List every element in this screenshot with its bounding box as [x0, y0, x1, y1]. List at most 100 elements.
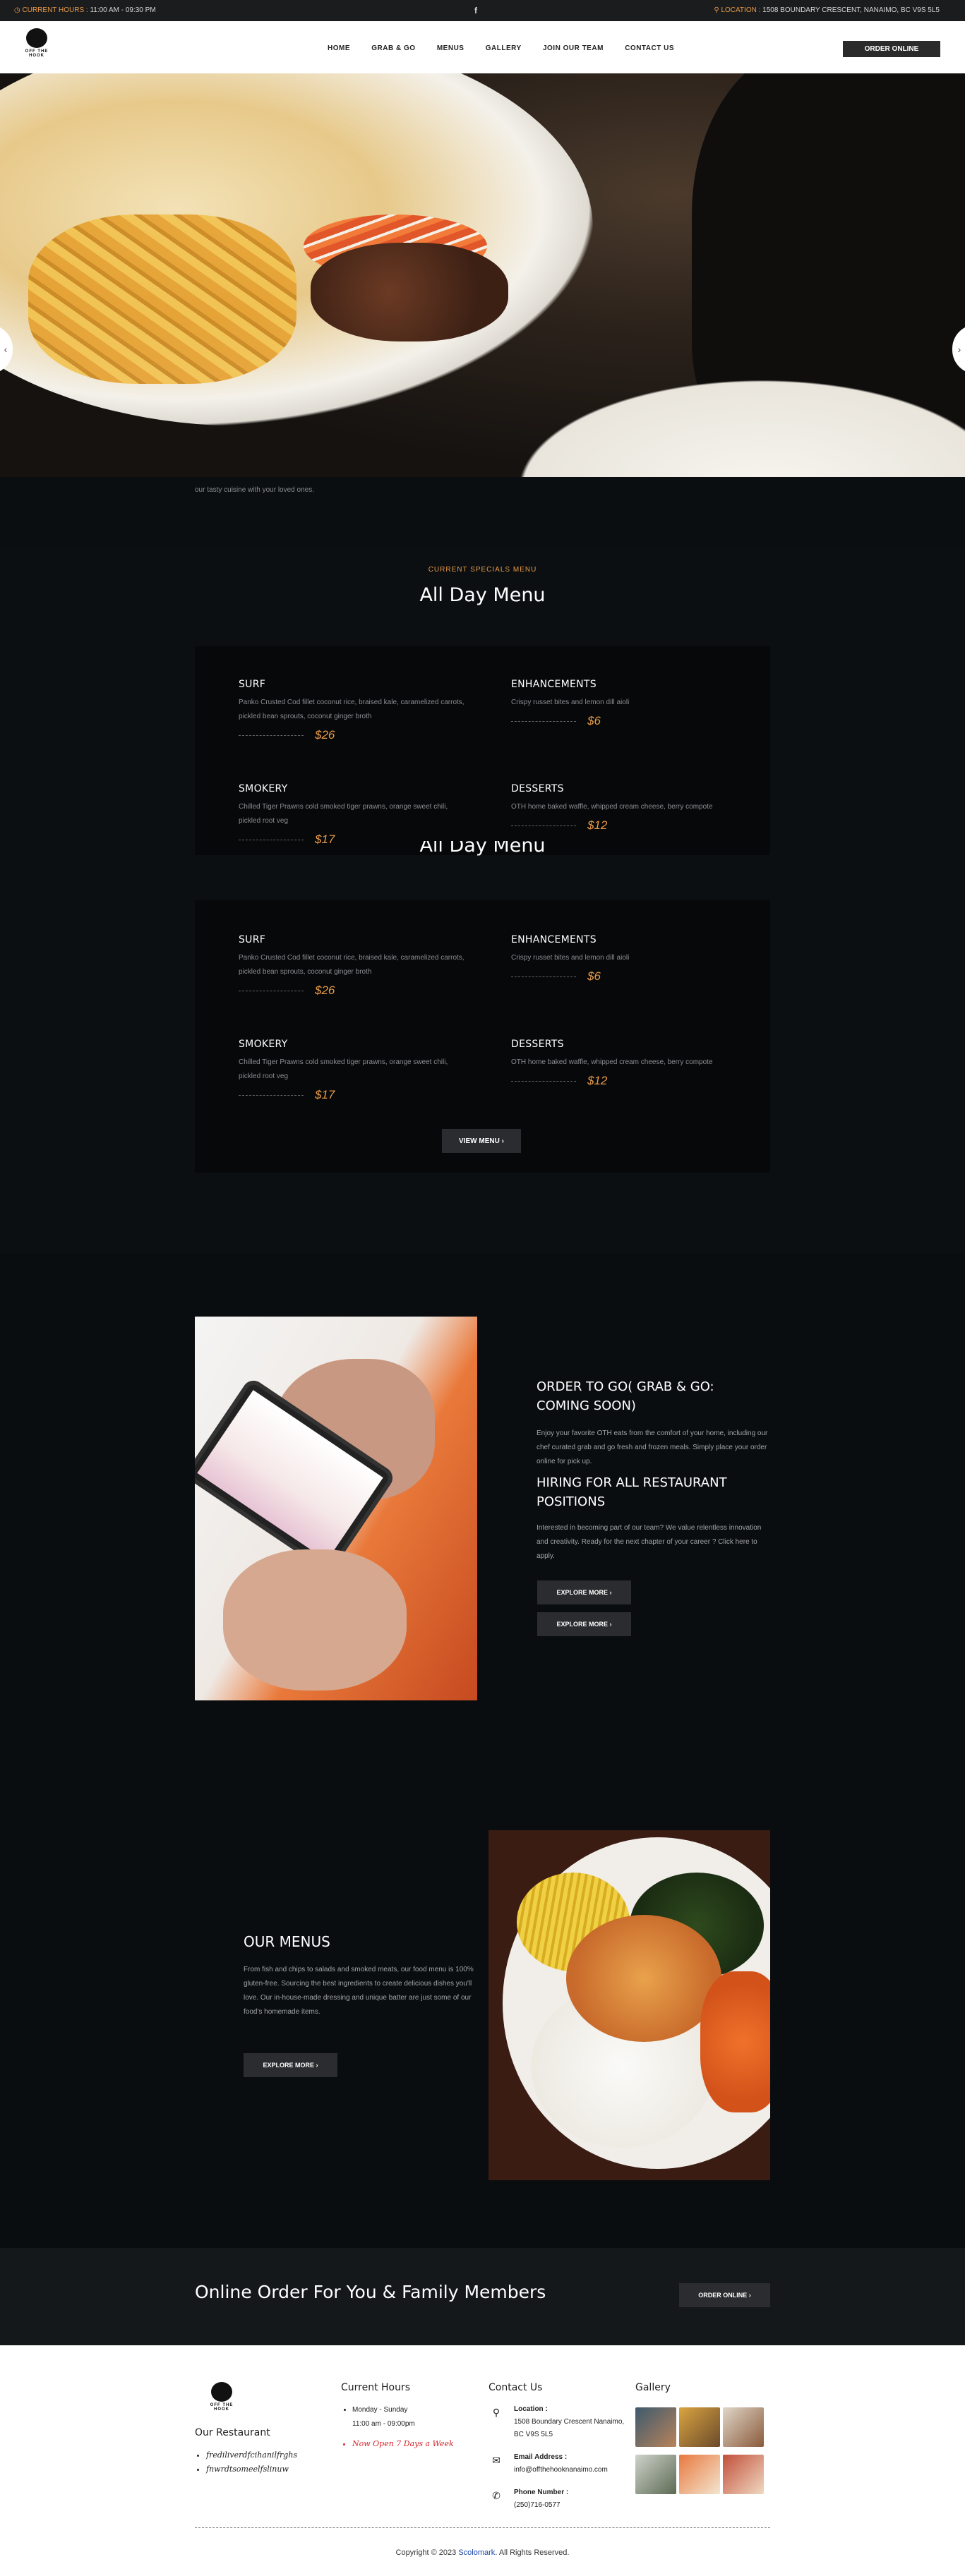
view-menu-button[interactable]: VIEW MENU ›	[442, 1129, 521, 1153]
menu-item-desc: Crispy russet bites and lemon dill aioli	[511, 954, 630, 962]
section-title-overlap: All Day Menu	[419, 841, 546, 857]
copyright-prefix: Copyright © 2023	[395, 2548, 457, 2557]
nav-gallery[interactable]: GALLERY	[486, 44, 522, 52]
footer-contact-heading: Contact Us	[489, 2382, 543, 2393]
footer-logo[interactable]: OFF THE HOOK	[202, 2382, 241, 2412]
fish-logo-icon	[26, 28, 47, 48]
our-menus-heading: OUR MENUS	[244, 1933, 330, 1950]
nav-home[interactable]: HOME	[328, 44, 350, 52]
menu-item: SMOKERY Chilled Tiger Prawns cold smoked…	[239, 783, 472, 847]
order-to-go-section	[0, 1253, 965, 1818]
footer-restaurant-heading: Our Restaurant	[195, 2427, 270, 2438]
menu-item-price: $12	[587, 818, 608, 832]
order-heading: ORDER TO GO( GRAB & GO: COMING SOON)	[537, 1379, 714, 1413]
menu-item-desc: Chilled Tiger Prawns cold smoked tiger p…	[239, 1058, 448, 1080]
menu-item-desc: OTH home baked waffle, whipped cream che…	[511, 1058, 713, 1066]
order-text-block: ORDER TO GO( GRAB & GO: COMING SOON) Enj…	[537, 1377, 769, 1564]
price-divider	[239, 1095, 304, 1096]
logo-text: OFF THE HOOK	[25, 49, 49, 58]
mail-icon: ✉	[492, 2455, 501, 2466]
chevron-right-icon: ›	[609, 1589, 612, 1596]
footer-divider	[195, 2527, 770, 2528]
explore-more-button[interactable]: EXPLORE MORE ›	[537, 1612, 631, 1636]
hours-value: 11:00 AM - 09:30 PM	[90, 6, 156, 14]
contact-email-label: Email Address :	[514, 2453, 568, 2461]
price-divider	[511, 976, 576, 977]
menu-item: SURF Panko Crusted Cod fillet coconut ri…	[239, 934, 472, 998]
button-label: ORDER ONLINE	[698, 2292, 748, 2299]
nav-contact-us[interactable]: CONTACT US	[625, 44, 674, 52]
menu-item-name: DESSERTS	[511, 1039, 564, 1050]
menu-item-desc: Crispy russet bites and lemon dill aioli	[511, 699, 630, 706]
site-logo[interactable]: OFF THE HOOK	[17, 28, 56, 58]
copyright-brand-link[interactable]: Scolomark	[458, 2548, 495, 2557]
nav-grab-and-go[interactable]: GRAB & GO	[371, 44, 415, 52]
gallery-thumbnail[interactable]	[679, 2455, 720, 2494]
price-divider	[239, 735, 304, 736]
footer-restaurant-link[interactable]: fnwrdtsomeelfslinuw	[206, 2462, 301, 2477]
price-divider	[511, 721, 576, 722]
chevron-right-icon: ›	[501, 1137, 504, 1145]
gallery-thumbnail[interactable]	[723, 2407, 764, 2447]
menu-item-price: $26	[315, 728, 335, 742]
order-online-button[interactable]: ORDER ONLINE	[843, 41, 940, 57]
copyright: Copyright © 2023 Scolomark. All Rights R…	[0, 2548, 965, 2557]
price-divider	[511, 1081, 576, 1082]
menu-item-price: $26	[315, 984, 335, 997]
explore-more-button[interactable]: EXPLORE MORE ›	[244, 2053, 337, 2077]
view-menu-label: VIEW MENU	[459, 1137, 500, 1145]
footer-restaurant-column: OFF THE HOOK Our Restaurant frediliverdf…	[195, 2382, 301, 2477]
hours-time: 11:00 am - 09:00pm	[352, 2420, 415, 2428]
fish-logo-icon	[211, 2382, 232, 2402]
our-menus-text-block: OUR MENUS From fish and chips to salads …	[244, 1933, 476, 2019]
cta-order-online-button[interactable]: ORDER ONLINE ›	[679, 2283, 770, 2307]
menu-card-primary: SURF Panko Crusted Cod fillet coconut ri…	[195, 646, 770, 855]
contact-phone: ✆ Phone Number : (250)716-0577	[489, 2486, 630, 2512]
menu-item: ENHANCEMENTS Crispy russet bites and lem…	[511, 934, 744, 984]
contact-email: ✉ Email Address : info@offthehooknanaimo…	[489, 2451, 630, 2477]
hero-slider: ‹ ›	[0, 73, 965, 477]
menu-item: DESSERTS OTH home baked waffle, whipped …	[511, 783, 744, 833]
gallery-thumbnail[interactable]	[635, 2455, 676, 2494]
phone-icon: ✆	[492, 2490, 501, 2501]
gallery-thumbnail[interactable]	[723, 2455, 764, 2494]
footer-gallery-heading: Gallery	[635, 2382, 671, 2393]
explore-more-button[interactable]: EXPLORE MORE ›	[537, 1580, 631, 1604]
footer-hours-heading: Current Hours	[341, 2382, 411, 2393]
our-menus-section	[0, 1818, 965, 2248]
menu-item: SMOKERY Chilled Tiger Prawns cold smoked…	[239, 1039, 472, 1102]
location-value: 1508 BOUNDARY CRESCENT, NANAIMO, BC V9S …	[762, 6, 940, 14]
nav-join-our-team[interactable]: JOIN OUR TEAM	[543, 44, 604, 52]
menu-item: ENHANCEMENTS Crispy russet bites and lem…	[511, 679, 744, 728]
site-footer: OFF THE HOOK Our Restaurant frediliverdf…	[0, 2345, 965, 2576]
curry-bowl-image	[489, 1830, 770, 2180]
hero-second-plate-image	[480, 363, 965, 477]
nav-menus[interactable]: MENUS	[437, 44, 464, 52]
location-info: ⚲ LOCATION : 1508 BOUNDARY CRESCENT, NAN…	[714, 6, 940, 14]
footer-hours-column: Current Hours Monday - Sunday 11:00 am - …	[341, 2382, 454, 2451]
menu-item-name: ENHANCEMENTS	[511, 679, 597, 690]
menu-item-desc: OTH home baked waffle, whipped cream che…	[511, 803, 713, 811]
hero-meat-image	[311, 243, 508, 341]
chevron-right-icon: ›	[748, 2292, 751, 2299]
chevron-right-icon: ›	[316, 2062, 318, 2069]
cta-heading: Online Order For You & Family Members	[195, 2282, 546, 2302]
gallery-thumbnail[interactable]	[679, 2407, 720, 2447]
logo-text: OFF THE HOOK	[210, 2403, 234, 2412]
hiring-text: Interested in becoming part of our team?…	[537, 1524, 762, 1560]
footer-restaurant-link[interactable]: frediliverdfcihanilfrghs	[206, 2448, 301, 2462]
location-label: LOCATION :	[721, 6, 761, 14]
online-order-cta: Online Order For You & Family Members OR…	[0, 2248, 965, 2345]
section-title: All Day Menu	[419, 584, 546, 606]
contact-email-value[interactable]: info@offthehooknanaimo.com	[514, 2466, 608, 2474]
hero-fries-image	[28, 214, 296, 384]
copyright-suffix: . All Rights Reserved.	[495, 2548, 570, 2557]
contact-phone-label: Phone Number :	[514, 2489, 569, 2496]
hero-caption-strip: our tasty cuisine with your loved ones.	[0, 477, 965, 548]
hours-days: Monday - Sunday	[352, 2406, 408, 2414]
facebook-icon[interactable]: f	[474, 6, 477, 16]
contact-location-label: Location :	[514, 2405, 548, 2413]
gallery-thumbnail[interactable]	[635, 2407, 676, 2447]
contact-phone-value[interactable]: (250)716-0577	[514, 2501, 561, 2509]
location-pin-icon: ⚲	[492, 2407, 501, 2418]
